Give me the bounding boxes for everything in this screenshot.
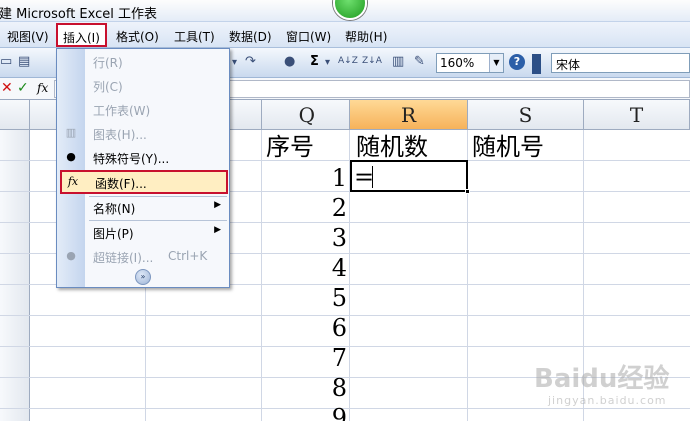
autosum-dropdown-icon[interactable]: ▾ xyxy=(325,57,330,68)
menu-item-picture[interactable]: 图片(P) ▶ xyxy=(57,220,229,244)
cell-q-number[interactable]: 1 xyxy=(262,163,347,193)
baidu-watermark: Baidu经验 jingyan.baidu.com xyxy=(534,358,684,414)
font-value: 宋体 xyxy=(556,58,581,72)
cell-q-header[interactable]: 序号 xyxy=(266,132,314,162)
menu-bar: 视图(V) 插入(I) 格式(O) 工具(T) 数据(D) 窗口(W) 帮助(H… xyxy=(0,22,690,48)
menu-item-label: 名称(N) xyxy=(93,202,136,216)
menu-data[interactable]: 数据(D) xyxy=(229,28,272,45)
menu-item-shortcut: Ctrl+K xyxy=(168,249,208,263)
insert-menu-dropdown: 行(R) 列(C) 工作表(W) ▥ 图表(H)... ● 特殊符号(Y)...… xyxy=(56,48,230,288)
column-header-t[interactable]: T xyxy=(584,100,690,130)
cell-r-header[interactable]: 随机数 xyxy=(356,132,428,162)
function-icon: fx xyxy=(67,175,79,188)
menu-help[interactable]: 帮助(H) xyxy=(345,28,387,45)
toolbar-options-icon[interactable] xyxy=(532,54,541,74)
cancel-icon[interactable]: ✕ xyxy=(1,80,13,96)
submenu-arrow-icon: ▶ xyxy=(214,200,221,210)
menu-tools[interactable]: 工具(T) xyxy=(174,28,215,45)
cell-q-number[interactable]: 3 xyxy=(262,223,347,253)
redo-icon[interactable]: ↷ xyxy=(245,54,256,69)
menu-item-label: 工作表(W) xyxy=(93,104,151,118)
menu-item-label: 图表(H)... xyxy=(93,128,147,142)
menu-item-hyperlink[interactable]: ● 超链接(I)... Ctrl+K xyxy=(57,244,229,268)
window-title: 新建 Microsoft Excel 工作表 xyxy=(0,7,157,22)
cell-s-header[interactable]: 随机号 xyxy=(472,132,544,162)
cell-q-number[interactable]: 5 xyxy=(262,283,347,313)
menu-window[interactable]: 窗口(W) xyxy=(286,28,331,45)
font-select[interactable]: 宋体 xyxy=(551,53,690,73)
menu-view[interactable]: 视图(V) xyxy=(7,28,49,45)
preview-icon[interactable]: ▤ xyxy=(18,54,30,69)
menu-item-label: 列(C) xyxy=(93,80,123,94)
submenu-arrow-icon: ▶ xyxy=(214,225,221,235)
cell-q-number[interactable]: 8 xyxy=(262,373,347,403)
fill-handle[interactable] xyxy=(465,189,470,194)
print-icon[interactable]: ▭ xyxy=(0,54,12,69)
column-header-s[interactable]: S xyxy=(468,100,584,130)
select-all-corner[interactable] xyxy=(0,100,30,130)
cell-q-number[interactable]: 4 xyxy=(262,253,347,283)
menu-item-label: 图片(P) xyxy=(93,227,134,241)
text-cursor xyxy=(372,166,373,188)
menu-item-label: 超链接(I)... xyxy=(93,251,154,265)
chart-icon: ▥ xyxy=(65,126,77,139)
chart-wizard-icon[interactable]: ▥ xyxy=(392,54,404,69)
zoom-select[interactable]: 160% ▼ xyxy=(436,53,504,73)
green-orb-icon xyxy=(333,0,367,20)
menu-item-row[interactable]: 行(R) xyxy=(57,49,229,73)
column-header-r[interactable]: R xyxy=(350,100,468,130)
autosum-icon[interactable]: Σ xyxy=(310,54,319,69)
menu-format[interactable]: 格式(O) xyxy=(116,28,159,45)
sort-ascending-icon[interactable]: A↓Z xyxy=(338,56,358,66)
menu-item-column[interactable]: 列(C) xyxy=(57,73,229,97)
active-cell[interactable]: = xyxy=(350,160,470,194)
cell-q-number[interactable]: 2 xyxy=(262,193,347,223)
cell-q-number[interactable]: 7 xyxy=(262,343,347,373)
menu-item-function[interactable]: fx 函数(F)... xyxy=(60,170,228,194)
menu-item-special-symbol[interactable]: ● 特殊符号(Y)... xyxy=(57,145,229,169)
expand-menu-icon[interactable]: » xyxy=(135,269,151,285)
cell-q-number[interactable]: 6 xyxy=(262,313,347,343)
hyperlink-toolbar-icon[interactable]: ● xyxy=(284,54,295,69)
menu-item-label: 行(R) xyxy=(93,56,123,70)
chevron-down-icon[interactable]: ▼ xyxy=(489,54,503,72)
zoom-value: 160% xyxy=(440,56,475,70)
menu-insert[interactable]: 插入(I) xyxy=(56,23,107,47)
symbol-icon: ● xyxy=(66,150,76,163)
sort-descending-icon[interactable]: Z↓A xyxy=(362,56,382,66)
title-bar: 新建 Microsoft Excel 工作表 xyxy=(0,0,690,22)
insert-function-icon[interactable]: fx xyxy=(37,81,48,95)
menu-item-label: 函数(F)... xyxy=(95,177,147,191)
help-icon[interactable]: ? xyxy=(509,54,525,70)
enter-icon[interactable]: ✓ xyxy=(17,80,29,96)
column-header-q[interactable]: Q xyxy=(262,100,350,130)
menu-item-worksheet[interactable]: 工作表(W) xyxy=(57,97,229,121)
watermark-brand: Baidu经验 xyxy=(534,364,670,394)
undo-dropdown-icon[interactable]: ▾ xyxy=(232,57,237,68)
watermark-url: jingyan.baidu.com xyxy=(548,394,667,407)
drawing-icon[interactable]: ✎ xyxy=(414,54,425,69)
menu-item-name[interactable]: 名称(N) ▶ xyxy=(57,195,229,219)
menu-item-chart[interactable]: ▥ 图表(H)... xyxy=(57,121,229,145)
menu-item-label: 特殊符号(Y)... xyxy=(93,152,170,166)
hyperlink-icon: ● xyxy=(66,249,76,262)
cell-q-number[interactable]: 9 xyxy=(262,403,347,421)
